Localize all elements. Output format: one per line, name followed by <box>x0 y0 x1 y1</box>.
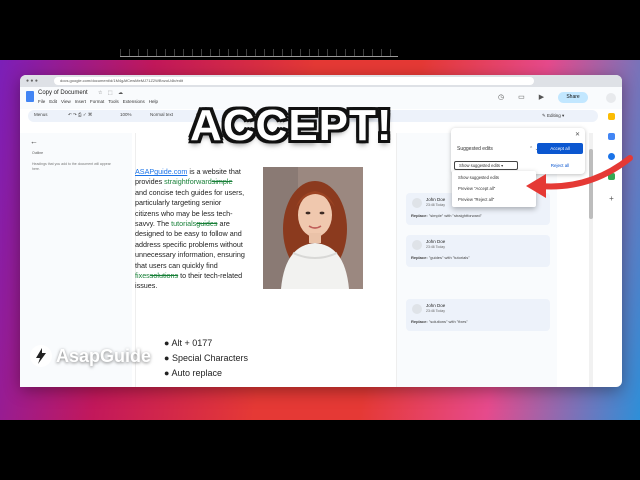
option-preview-reject[interactable]: Preview "Reject all" <box>458 197 494 202</box>
suggestion-insert[interactable]: fixes <box>135 271 150 280</box>
suggestion-insert[interactable]: straightforward <box>164 177 212 186</box>
card-text: Replace: "guides" with "tutorials" <box>411 255 470 260</box>
brand-logo-icon <box>30 345 52 367</box>
menu-bar: File Edit View Insert Format Tools Exten… <box>38 99 158 104</box>
doc-link[interactable]: ASAPguide.com <box>135 167 187 176</box>
menu-tools[interactable]: Tools <box>108 99 119 104</box>
share-button[interactable]: Share <box>558 92 588 103</box>
card-time: 23:46 Today <box>426 245 446 249</box>
menu-edit[interactable]: Edit <box>49 99 57 104</box>
card-time: 23:46 Today <box>426 203 446 207</box>
search-menus[interactable]: Menus <box>34 112 48 117</box>
document-paragraph[interactable]: ASAPguide.com is a website that provides… <box>135 167 245 292</box>
close-icon[interactable]: ✕ <box>575 131 580 138</box>
zoom-select[interactable]: 100% <box>120 112 132 117</box>
card-detail: "guides" with "tutorials" <box>428 255 470 260</box>
card-text: Replace: "solutions" with "fixes" <box>411 319 468 324</box>
keep-icon[interactable] <box>608 113 615 120</box>
browser-topbar: ● ● ● docs.google.com/document/d/1M4gAfC… <box>20 75 622 87</box>
card-action: Replace: <box>411 213 428 218</box>
suggestion-card[interactable]: John Doe 23:46 Today Replace: "solutions… <box>406 299 550 331</box>
suggestion-delete[interactable]: simple <box>212 177 233 186</box>
brand-logo: AsapGuide <box>30 345 151 367</box>
ruler[interactable] <box>120 49 398 57</box>
suggestion-delete[interactable]: solutions <box>150 271 178 280</box>
card-detail: "simple" with "straightforward" <box>428 213 482 218</box>
card-author: John Doe <box>426 303 446 308</box>
tasks-icon[interactable] <box>608 133 615 140</box>
avatar <box>412 304 422 314</box>
outline-note: Headings that you add to the document wi… <box>32 162 111 171</box>
url-bar[interactable]: docs.google.com/document/d/1M4gAfCewMeMJ… <box>54 77 534 85</box>
option-preview-accept[interactable]: Preview "Accept all" <box>458 186 495 191</box>
menu-extensions[interactable]: Extensions <box>123 99 145 104</box>
document-title[interactable]: Copy of Document <box>38 90 88 96</box>
red-arrow-icon <box>526 155 633 198</box>
brand-name: AsapGuide <box>56 345 152 366</box>
avatar <box>412 198 422 208</box>
history-icon[interactable]: ◷ <box>498 93 504 101</box>
outline-title: Outline <box>32 151 44 155</box>
menu-insert[interactable]: Insert <box>75 99 86 104</box>
bullet-list[interactable]: ● Alt + 0177 ● Special Characters ● Auto… <box>164 336 248 381</box>
account-avatar[interactable] <box>606 93 616 103</box>
portrait-image[interactable] <box>263 167 363 289</box>
portrait-drawing <box>263 167 363 289</box>
menu-file[interactable]: File <box>38 99 45 104</box>
card-text: Replace: "simple" with "straightforward" <box>411 213 482 218</box>
bullet-text: Alt + 0177 <box>171 338 213 348</box>
avatar <box>412 240 422 250</box>
suggested-edits-title: Suggested edits <box>457 146 493 152</box>
card-action: Replace: <box>411 255 428 260</box>
suggestion-insert[interactable]: tutorials <box>171 219 196 228</box>
bullet-text: Special Characters <box>171 353 248 363</box>
style-select[interactable]: Normal text <box>150 112 173 117</box>
editing-label: Editing <box>547 113 561 118</box>
card-time: 23:46 Today <box>426 309 446 313</box>
menu-help[interactable]: Help <box>149 99 158 104</box>
card-detail: "solutions" with "fixes" <box>428 319 468 324</box>
bullet-text: Auto replace <box>171 368 222 378</box>
card-action: Replace: <box>411 319 428 324</box>
comment-icon[interactable]: ▭ <box>518 93 525 101</box>
show-label: Show suggested edits <box>459 163 500 168</box>
window-controls[interactable]: ● ● ● <box>26 78 38 84</box>
menu-view[interactable]: View <box>61 99 71 104</box>
meet-icon[interactable]: ▶ <box>539 93 544 101</box>
suggestion-card[interactable]: John Doe 23:46 Today Replace: "guides" w… <box>406 235 550 267</box>
docs-logo-icon[interactable] <box>26 91 34 102</box>
back-arrow-icon[interactable]: ← <box>30 137 38 146</box>
list-item: ● Special Characters <box>164 353 248 363</box>
suggestion-delete[interactable]: guides <box>196 219 217 228</box>
menu-format[interactable]: Format <box>90 99 104 104</box>
card-author: John Doe <box>426 239 446 244</box>
lightning-icon <box>36 348 46 364</box>
option-show-suggested[interactable]: Show suggested edits <box>458 175 499 180</box>
header-actions: ◷ ▭ ▶ <box>498 93 544 101</box>
list-item: ● Auto replace <box>164 368 222 378</box>
undo-icon[interactable]: ↶ ↷ ⎙ ✓ ⌘ <box>68 112 92 118</box>
editing-mode-select[interactable]: ✎ Editing ▾ <box>536 111 588 121</box>
card-author: John Doe <box>426 197 446 202</box>
show-suggested-edits-select[interactable]: Show suggested edits ▾ <box>454 161 518 170</box>
overlay-headline: ACCEPT! <box>190 101 393 150</box>
star-icon[interactable]: ☆ ⬚ ☁ <box>98 90 125 96</box>
list-item: ● Alt + 0177 <box>164 338 213 348</box>
